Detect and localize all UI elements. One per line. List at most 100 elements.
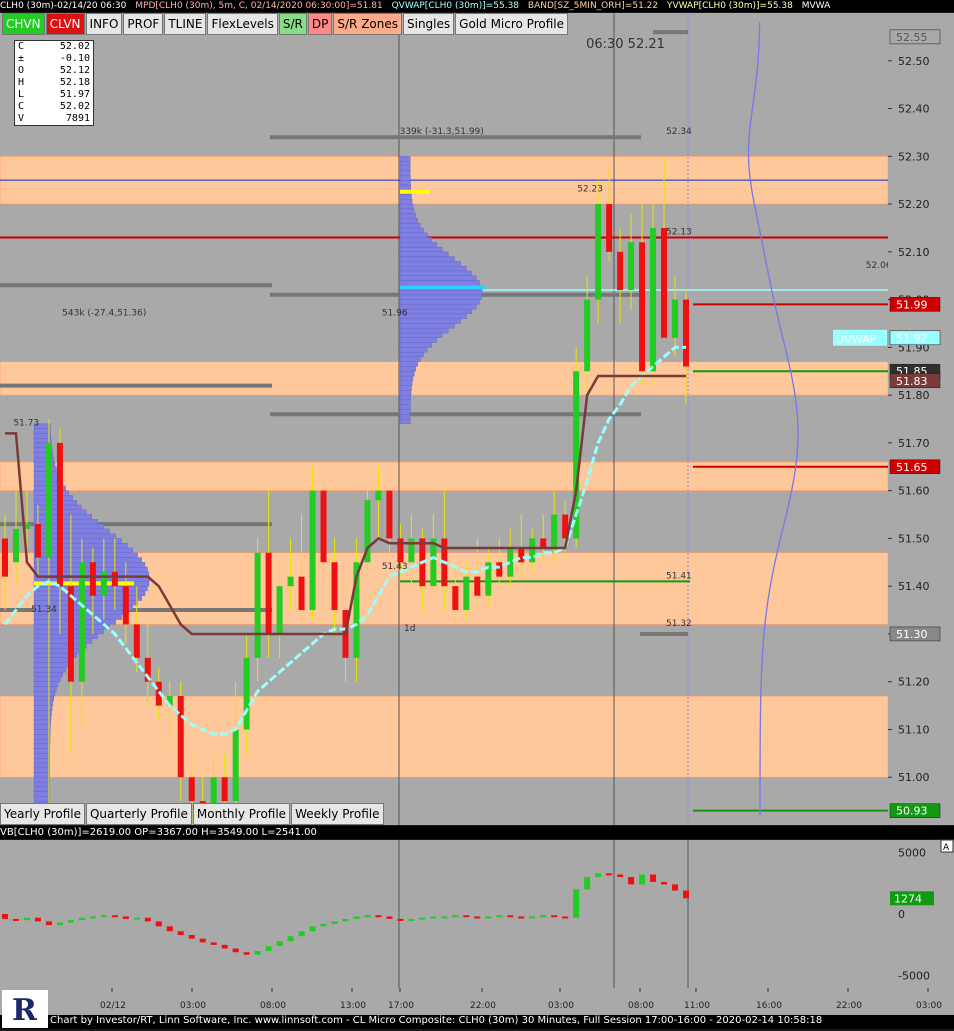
indicator-toolbar: CHVN CLVN INFO PROF TLINE FlexLevels S/R DP S/R … xyxy=(2,13,568,35)
mid-volume-profile-bar xyxy=(399,280,480,286)
toolbar-button-prof[interactable]: PROF xyxy=(123,13,164,35)
mid-volume-profile-bar xyxy=(399,337,437,343)
vb-bar xyxy=(452,915,459,918)
footer-caption: Chart by Investor/RT, Linn Software, Inc… xyxy=(50,1015,823,1026)
vb-bar xyxy=(133,917,140,920)
candle-body xyxy=(551,514,558,548)
left-volume-profile-bar xyxy=(33,433,51,439)
candle-body xyxy=(12,528,19,563)
toolbar-button-clvn[interactable]: CLVN xyxy=(45,13,85,35)
mid-volume-profile-bar xyxy=(399,289,483,295)
price-tick-label: 52.40 xyxy=(898,103,930,116)
vb-bar xyxy=(265,946,272,951)
vb-bar xyxy=(67,920,74,923)
ohlc-key: O xyxy=(18,65,25,76)
vb-panel-bg xyxy=(0,840,888,988)
candle-body xyxy=(287,576,294,587)
left-volume-profile-bar xyxy=(33,633,98,639)
monthly-profile-button[interactable]: Monthly Profile xyxy=(192,803,291,825)
price-tag-label: 51.92 xyxy=(896,332,928,345)
candle-body xyxy=(672,299,679,338)
vb-bar xyxy=(353,916,360,919)
left-volume-profile-bar xyxy=(33,519,98,525)
candle-body xyxy=(243,657,250,730)
time-tick-label: 17:00 xyxy=(388,1001,414,1011)
left-volume-profile-bar xyxy=(33,643,87,649)
price-tick-label: 51.20 xyxy=(898,676,930,689)
chart-annotation: 51.96 xyxy=(382,309,408,319)
vb-bar xyxy=(276,941,283,947)
mid-volume-profile-bar xyxy=(399,414,411,420)
price-tick-label: 52.10 xyxy=(898,246,930,259)
toolbar-button-singles[interactable]: Singles xyxy=(403,13,455,35)
vb-bar xyxy=(551,915,558,918)
candle-body xyxy=(606,204,613,252)
vb-bar xyxy=(628,877,635,885)
chart-canvas[interactable]: 52.3052.2051.8851.8051.6051.4751.3251.17… xyxy=(0,0,954,1029)
ohlc-value: 7891 xyxy=(65,113,90,124)
vb-tick-label: 5000 xyxy=(898,846,926,859)
mid-volume-profile-bar xyxy=(399,332,443,338)
toolbar-button-gold-micro-profile[interactable]: Gold Micro Profile xyxy=(455,13,568,35)
chart-annotation: 1d xyxy=(404,624,415,634)
mid-volume-profile-bar xyxy=(399,194,412,200)
ohlc-row: V 7891 xyxy=(15,113,93,125)
vb-bar xyxy=(166,926,173,932)
price-tick-label: 51.40 xyxy=(898,580,930,593)
candle-body xyxy=(221,777,228,802)
mid-volume-profile-bar xyxy=(399,390,412,396)
time-tick-label: 16:00 xyxy=(756,1001,782,1011)
vb-bar xyxy=(122,916,129,919)
price-tag-label: 51.99 xyxy=(896,298,928,311)
time-tick-label: 03:00 xyxy=(548,1001,574,1011)
ohlc-key: V xyxy=(18,113,25,124)
vb-bar xyxy=(342,918,349,922)
quarterly-profile-button[interactable]: Quarterly Profile xyxy=(85,803,192,825)
vb-bar xyxy=(529,916,536,919)
toolbar-button-tline[interactable]: TLINE xyxy=(164,13,207,35)
yearly-profile-button[interactable]: Yearly Profile xyxy=(0,803,85,825)
candle-body xyxy=(45,442,52,558)
mid-volume-profile-bar xyxy=(399,394,411,401)
weekly-profile-button[interactable]: Weekly Profile xyxy=(291,803,384,825)
candle-body xyxy=(232,729,239,802)
left-volume-profile-bar xyxy=(33,681,59,687)
price-tick-label: 51.00 xyxy=(898,771,930,784)
mid-volume-profile-bar xyxy=(399,418,411,424)
mid-volume-profile-bar xyxy=(399,251,449,257)
candle-body xyxy=(56,442,63,587)
chart-annotation: 339k (-31.3,51.99) xyxy=(400,127,484,137)
toolbar-button-dp[interactable]: DP xyxy=(307,13,333,35)
vb-bar xyxy=(188,934,195,939)
candle-body xyxy=(375,490,382,501)
ohlc-value: 52.02 xyxy=(59,41,90,52)
ohlc-value: -0.10 xyxy=(59,53,90,64)
mid-volume-profile-bar xyxy=(399,385,412,391)
toolbar-button-chvn[interactable]: CHVN xyxy=(2,13,45,35)
vb-bar xyxy=(155,921,162,927)
vb-bar xyxy=(177,931,184,935)
time-tick-label: 22:00 xyxy=(470,1001,496,1011)
toolbar-button-s-r-zones[interactable]: S/R Zones xyxy=(333,13,402,35)
toolbar-button-flexlevels[interactable]: FlexLevels xyxy=(207,13,278,35)
toolbar-button-s-r[interactable]: S/R xyxy=(278,13,307,35)
left-volume-profile-bar xyxy=(33,695,55,701)
vb-bar xyxy=(56,922,63,926)
left-volume-profile-bar xyxy=(33,495,73,501)
sr-zone xyxy=(0,695,889,778)
ohlc-value: 52.18 xyxy=(59,77,90,88)
candle-body xyxy=(639,242,646,372)
chart-annotation: 51.41 xyxy=(666,571,692,581)
mid-volume-profile-bar xyxy=(399,375,414,381)
price-tick-label: 51.80 xyxy=(898,389,930,402)
left-volume-profile-bar xyxy=(33,777,50,783)
left-volume-profile-bar xyxy=(33,686,57,692)
mid-volume-profile-bar xyxy=(399,347,428,353)
candle-body xyxy=(683,299,689,367)
mid-volume-profile-bar xyxy=(399,270,472,276)
price-tag-label: 50.93 xyxy=(896,805,928,818)
toolbar-button-info[interactable]: INFO xyxy=(85,13,123,35)
left-volume-profile-bar xyxy=(33,562,146,568)
time-tick-label: 11:00 xyxy=(684,1001,710,1011)
ohlc-row: L 51.97 xyxy=(15,89,93,101)
